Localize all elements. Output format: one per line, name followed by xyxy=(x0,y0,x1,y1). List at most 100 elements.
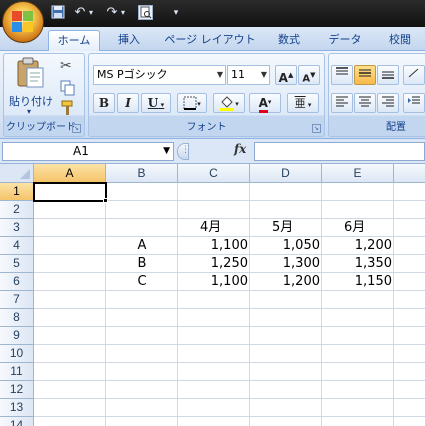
cell-c4[interactable]: 1,100 xyxy=(178,237,250,255)
gridline xyxy=(34,380,425,381)
cell-d6[interactable]: 1,200 xyxy=(250,273,322,291)
worksheet-grid[interactable]: A B C D E 1 2 3 4 5 6 7 8 9 10 11 12 13 … xyxy=(0,164,425,426)
column-header-a[interactable]: A xyxy=(34,164,106,183)
formula-bar-resize-handle[interactable]: ⋮ xyxy=(177,143,190,160)
tab-insert[interactable]: 挿入 xyxy=(108,30,150,51)
row-header-11[interactable]: 11 xyxy=(0,363,34,381)
fill-color-button[interactable]: ▾ xyxy=(213,93,245,113)
cell-d5[interactable]: 1,300 xyxy=(250,255,322,273)
gridline xyxy=(34,362,425,363)
orientation-button[interactable] xyxy=(403,65,425,85)
redo-icon[interactable]: ↷ xyxy=(104,5,120,21)
format-painter-icon[interactable] xyxy=(60,100,76,116)
row-header-3[interactable]: 3 xyxy=(0,219,34,237)
customize-qat-icon[interactable]: ▾ xyxy=(168,5,184,21)
column-header-e[interactable]: E xyxy=(322,164,394,183)
name-box[interactable]: A1 ▼ xyxy=(2,142,174,161)
gridline xyxy=(34,398,425,399)
phonetic-guide-button[interactable]: 亜 ▾ xyxy=(287,93,319,113)
column-header-c[interactable]: C xyxy=(178,164,250,183)
row-header-14[interactable]: 14 xyxy=(0,417,34,426)
cell-e6[interactable]: 1,150 xyxy=(322,273,394,291)
office-button[interactable] xyxy=(2,1,44,43)
cell-e5[interactable]: 1,350 xyxy=(322,255,394,273)
align-center-icon xyxy=(359,96,371,107)
cell-c3[interactable]: 4月 xyxy=(200,219,250,237)
chevron-down-icon: ▼ xyxy=(163,146,170,156)
row-header-1[interactable]: 1 xyxy=(0,183,34,201)
italic-button[interactable]: I xyxy=(117,93,139,113)
fill-handle[interactable] xyxy=(103,198,108,203)
cell-d3[interactable]: 5月 xyxy=(272,219,322,237)
active-cell-a1[interactable] xyxy=(33,182,107,202)
top-align-button[interactable] xyxy=(331,65,353,85)
cell-d4[interactable]: 1,050 xyxy=(250,237,322,255)
row-header-7[interactable]: 7 xyxy=(0,291,34,309)
align-center-button[interactable] xyxy=(354,93,376,113)
font-name-select[interactable]: MS Pゴシック ▼ xyxy=(93,65,226,85)
tab-data[interactable]: データ xyxy=(320,30,370,51)
select-all-button[interactable] xyxy=(0,164,34,183)
bottom-align-button[interactable] xyxy=(377,65,399,85)
middle-align-button[interactable] xyxy=(354,65,376,85)
redo-dropdown-icon[interactable]: ▾ xyxy=(119,5,127,21)
tab-home[interactable]: ホーム xyxy=(48,30,100,51)
row-header-6[interactable]: 6 xyxy=(0,273,34,291)
grip-icon: ⋮ xyxy=(181,145,190,155)
undo-dropdown-icon[interactable]: ▾ xyxy=(87,5,95,21)
clipboard-launcher-icon[interactable]: ↘ xyxy=(72,124,81,133)
row-header-4[interactable]: 4 xyxy=(0,237,34,255)
column-header-f[interactable] xyxy=(394,164,425,183)
cell-e3[interactable]: 6月 xyxy=(344,219,394,237)
align-right-icon xyxy=(382,96,394,107)
paste-icon xyxy=(17,57,44,88)
borders-icon xyxy=(183,96,197,110)
paste-button[interactable]: 貼り付け ▾ xyxy=(7,57,53,119)
font-size-select[interactable]: 11 ▼ xyxy=(227,65,270,85)
print-preview-icon[interactable] xyxy=(138,5,153,20)
indent-button[interactable] xyxy=(403,93,425,113)
row-header-2[interactable]: 2 xyxy=(0,201,34,219)
row-header-10[interactable]: 10 xyxy=(0,345,34,363)
cell-b4[interactable]: A xyxy=(106,237,178,255)
tab-page-layout[interactable]: ページ レイアウト xyxy=(160,30,260,51)
bold-button[interactable]: B xyxy=(93,93,115,113)
gridline xyxy=(34,308,425,309)
cell-c5[interactable]: 1,250 xyxy=(178,255,250,273)
align-left-button[interactable] xyxy=(331,93,353,113)
tab-formulas[interactable]: 数式 xyxy=(268,30,310,51)
cell-b5[interactable]: B xyxy=(106,255,178,273)
copy-icon[interactable] xyxy=(60,80,76,96)
row-header-8[interactable]: 8 xyxy=(0,309,34,327)
column-header-d[interactable]: D xyxy=(250,164,322,183)
row-header-9[interactable]: 9 xyxy=(0,327,34,345)
borders-button[interactable]: ▾ xyxy=(177,93,207,113)
font-launcher-icon[interactable]: ↘ xyxy=(312,124,321,133)
cell-c6[interactable]: 1,100 xyxy=(178,273,250,291)
column-header-b[interactable]: B xyxy=(106,164,178,183)
font-color-button[interactable]: A▾ xyxy=(249,93,281,113)
indent-icon xyxy=(408,96,420,104)
undo-icon[interactable]: ↶ xyxy=(72,5,88,21)
underline-label: U xyxy=(147,96,159,110)
underline-button[interactable]: U ▾ xyxy=(141,93,171,113)
alignment-group: 配置 xyxy=(328,53,425,137)
cell-e4[interactable]: 1,200 xyxy=(322,237,394,255)
formula-input[interactable] xyxy=(254,142,425,161)
tab-review[interactable]: 校閲 xyxy=(378,30,422,51)
save-icon[interactable] xyxy=(50,5,66,21)
font-size-value: 11 xyxy=(231,68,245,81)
insert-function-icon[interactable]: fx xyxy=(234,142,246,156)
row-header-13[interactable]: 13 xyxy=(0,399,34,417)
row-header-5[interactable]: 5 xyxy=(0,255,34,273)
cell-b6[interactable]: C xyxy=(106,273,178,291)
formula-bar: A1 ▼ ⋮ fx xyxy=(0,139,425,164)
align-right-button[interactable] xyxy=(377,93,399,113)
gridline xyxy=(34,344,425,345)
row-header-12[interactable]: 12 xyxy=(0,381,34,399)
office-logo-icon xyxy=(12,11,34,33)
gridline xyxy=(34,326,425,327)
shrink-font-button[interactable]: A▼ xyxy=(298,65,320,85)
cut-icon[interactable]: ✂ xyxy=(60,58,72,74)
grow-font-button[interactable]: A▲ xyxy=(275,65,297,85)
